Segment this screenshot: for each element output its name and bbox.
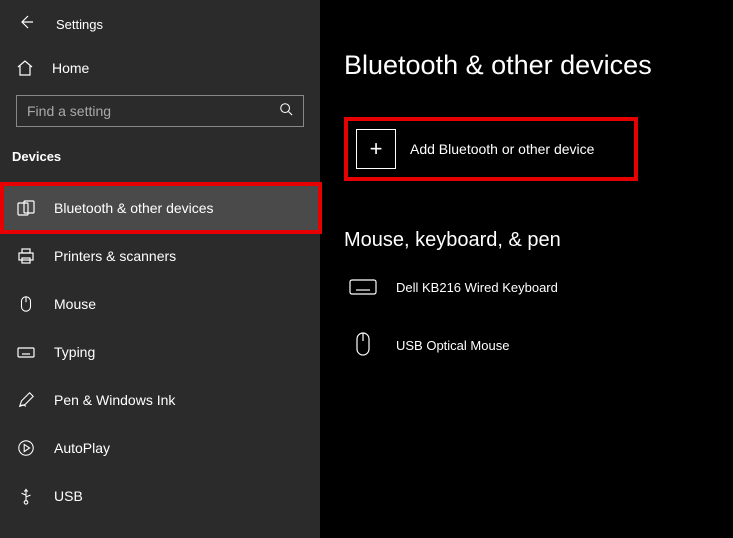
keyboard-icon — [16, 342, 36, 362]
mouse-icon — [16, 294, 36, 314]
main-panel: Bluetooth & other devices + Add Bluetoot… — [320, 0, 733, 538]
section-title: Devices — [0, 139, 320, 184]
main-title: Bluetooth & other devices — [344, 50, 709, 81]
nav-bluetooth-devices[interactable]: Bluetooth & other devices — [0, 184, 320, 232]
search-icon[interactable] — [279, 102, 293, 121]
search-box[interactable] — [16, 95, 304, 127]
search-input[interactable] — [27, 103, 279, 119]
sidebar: Settings Home Devices Bluetooth & other … — [0, 0, 320, 538]
printer-icon — [16, 246, 36, 266]
nav-printers[interactable]: Printers & scanners — [0, 232, 320, 280]
home-label: Home — [52, 60, 89, 76]
add-device-button[interactable]: + Add Bluetooth or other device — [344, 117, 638, 181]
home-link[interactable]: Home — [0, 47, 320, 89]
nav-label: Printers & scanners — [54, 248, 176, 264]
nav-usb[interactable]: USB — [0, 472, 320, 520]
keyboard-icon — [348, 276, 378, 298]
nav-typing[interactable]: Typing — [0, 328, 320, 376]
device-row[interactable]: USB Optical Mouse — [344, 326, 709, 384]
nav-label: Bluetooth & other devices — [54, 200, 214, 216]
add-device-label: Add Bluetooth or other device — [410, 141, 594, 157]
usb-icon — [16, 486, 36, 506]
nav-label: AutoPlay — [54, 440, 110, 456]
back-icon[interactable] — [18, 14, 34, 35]
header-title: Settings — [56, 17, 103, 32]
nav-label: Typing — [54, 344, 95, 360]
nav-autoplay[interactable]: AutoPlay — [0, 424, 320, 472]
pen-icon — [16, 390, 36, 410]
plus-icon: + — [356, 129, 396, 169]
device-category-title: Mouse, keyboard, & pen — [344, 229, 709, 252]
bluetooth-devices-icon — [16, 198, 36, 218]
nav-label: Pen & Windows Ink — [54, 392, 175, 408]
autoplay-icon — [16, 438, 36, 458]
nav-label: USB — [54, 488, 83, 504]
mouse-icon — [348, 334, 378, 356]
device-label: Dell KB216 Wired Keyboard — [396, 280, 558, 295]
nav-pen[interactable]: Pen & Windows Ink — [0, 376, 320, 424]
device-row[interactable]: Dell KB216 Wired Keyboard — [344, 268, 709, 326]
device-label: USB Optical Mouse — [396, 338, 509, 353]
home-icon — [16, 59, 34, 77]
nav-label: Mouse — [54, 296, 96, 312]
header: Settings — [0, 0, 320, 47]
nav-mouse[interactable]: Mouse — [0, 280, 320, 328]
